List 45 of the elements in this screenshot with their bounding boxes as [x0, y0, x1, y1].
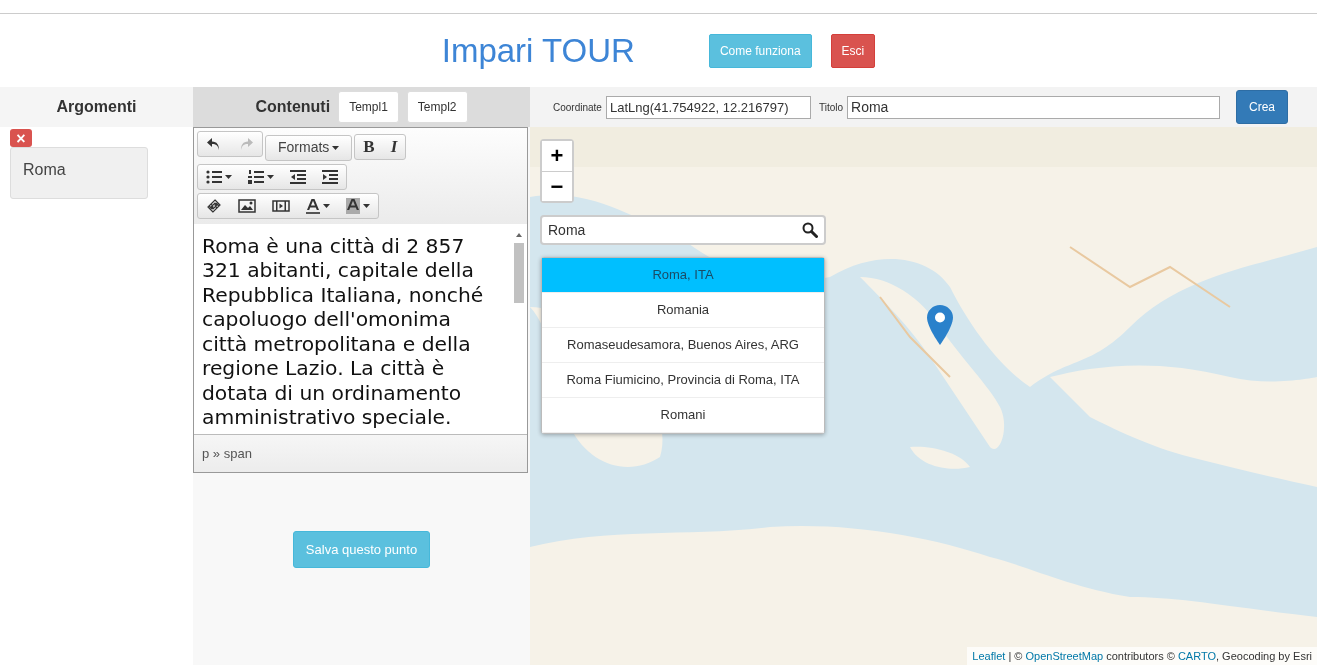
search-icon	[802, 222, 818, 238]
attribution-link[interactable]: CARTO	[1177, 649, 1216, 662]
formats-dropdown[interactable]: Formats	[266, 135, 352, 160]
column-heading: Argomenti	[56, 97, 137, 117]
topic-item[interactable]: Roma	[10, 147, 148, 199]
caret-icon	[323, 203, 330, 208]
zoom-out-button[interactable]: −	[542, 171, 572, 201]
caret-icon	[363, 203, 370, 208]
field-label: Titolo	[818, 100, 843, 115]
search-field[interactable]: Roma	[540, 215, 826, 245]
film-icon	[272, 197, 290, 214]
bold-button[interactable]: B	[355, 134, 383, 159]
search-result[interactable]: Roma, ITA	[542, 258, 824, 293]
editor-text: Roma è una città di 2 857 321 abitanti, capitale della Repubblica Italiana, nonché capoluogo dell'omonima città metropolitana e della regione Lazio. La città è dotata di un ordinamento amministrativo speciale.	[202, 233, 485, 430]
create-button[interactable]: Crea	[1236, 90, 1288, 124]
search-result[interactable]: Roma Fiumicino, Provincia di Roma, ITA	[542, 363, 824, 398]
caret-icon	[332, 145, 340, 150]
search-result[interactable]: Romaseudesamora, Buenos Aires, ARG	[542, 328, 824, 363]
column-heading: Contenuti	[255, 97, 331, 117]
remove-button[interactable]: ×	[10, 129, 32, 147]
image-icon	[238, 197, 256, 214]
numbered-list-icon	[248, 168, 264, 185]
coordinate-field[interactable]: LatLng(41.754922, 12.216797)	[605, 95, 811, 119]
caret-icon	[267, 174, 274, 179]
search-result[interactable]: Romania	[542, 293, 824, 328]
field-label: Coordinate	[553, 100, 602, 115]
highlight-icon	[346, 197, 360, 214]
undo-icon	[206, 136, 222, 152]
app-title: Impari TOUR	[441, 30, 635, 71]
template-button[interactable]: Templ2	[406, 91, 468, 123]
text-color-icon	[306, 197, 320, 214]
search-result[interactable]: Romani	[542, 398, 824, 433]
map-marker-icon[interactable]	[927, 305, 953, 345]
element-path: p » span	[194, 433, 527, 472]
indent-icon	[322, 168, 338, 185]
caret-icon	[225, 174, 232, 179]
attribution-link[interactable]: OpenStreetMap	[1025, 649, 1104, 662]
link-icon	[206, 197, 222, 214]
logout-button[interactable]: Esci	[830, 33, 876, 68]
outdent-icon	[290, 168, 306, 185]
attribution-link[interactable]: Leaflet	[972, 649, 1006, 662]
bullet-list-icon	[206, 168, 222, 185]
title-field[interactable]: Roma	[847, 95, 1220, 119]
italic-button[interactable]: I	[382, 134, 406, 159]
template-button[interactable]: Templ1	[338, 91, 399, 123]
